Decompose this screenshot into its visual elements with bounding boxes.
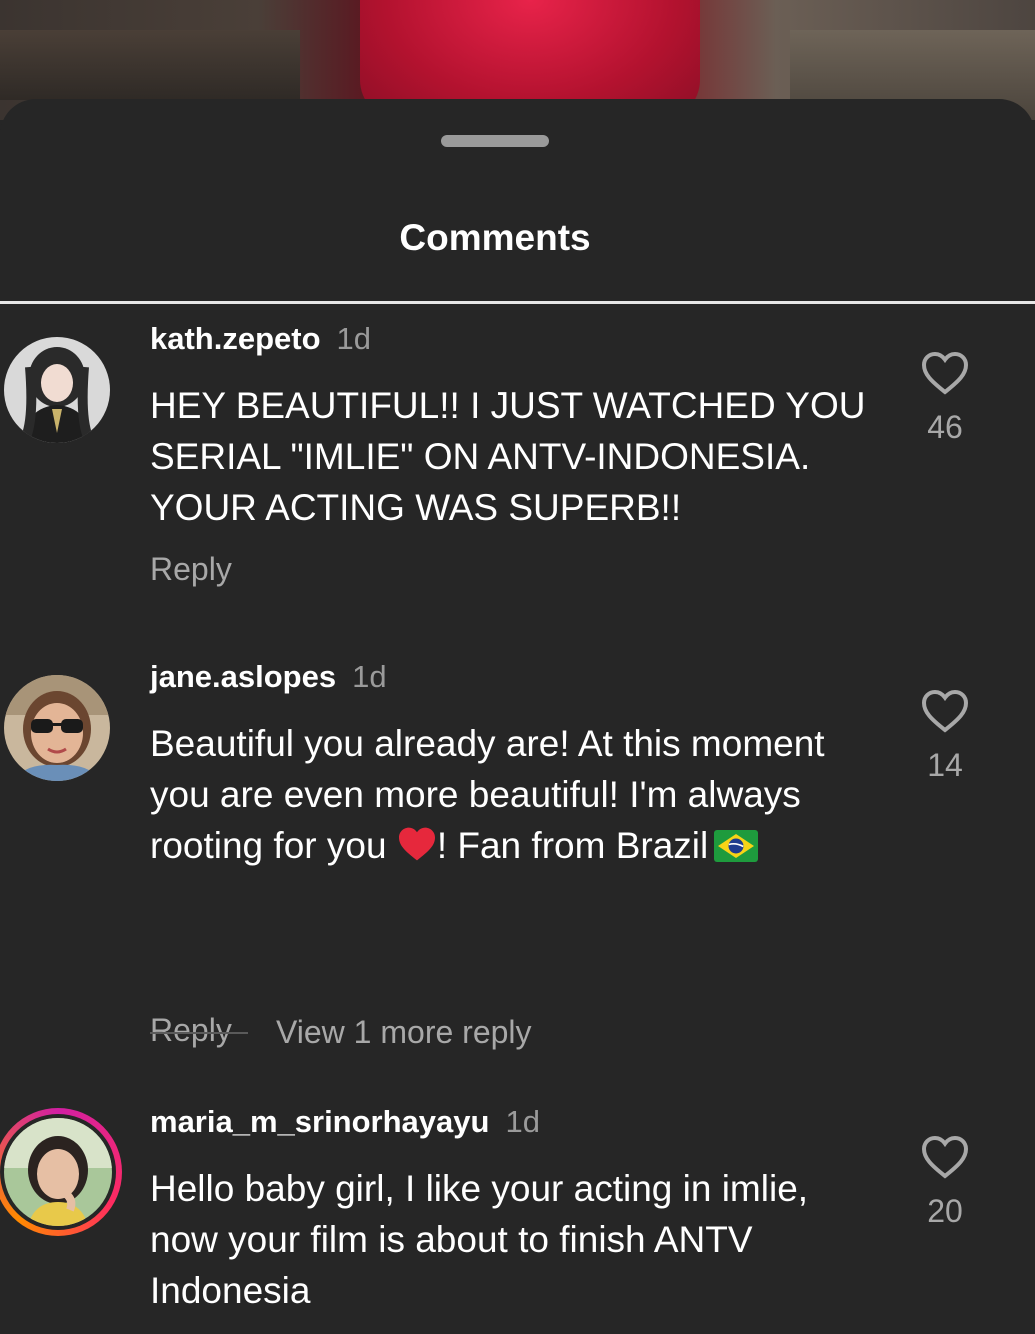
- comment-time: 1d: [352, 659, 387, 694]
- like-button[interactable]: 20: [915, 1135, 975, 1230]
- comment-text: HEY BEAUTIFUL!! I JUST WATCHED YOU SERIA…: [150, 385, 866, 528]
- comment-text-part: ! Fan from Brazil: [436, 825, 709, 866]
- like-count: 46: [927, 409, 963, 445]
- comment-time: 1d: [336, 321, 372, 356]
- comment-username[interactable]: jane.aslopes 1d: [150, 659, 387, 695]
- comment-username[interactable]: kath.zepeto 1d: [150, 321, 371, 357]
- avatar-story-ring[interactable]: [0, 1108, 122, 1236]
- sheet-grabber[interactable]: [441, 135, 549, 147]
- comment-text: Beautiful you already are! At this momen…: [150, 718, 880, 871]
- view-more-replies-button[interactable]: View 1 more reply: [150, 1014, 532, 1051]
- brazil-flag-emoji: [714, 830, 759, 862]
- comments-sheet: Comments kath.zepeto 1d HEY BEAUTIFUL!! I…: [0, 99, 1035, 1334]
- avatar[interactable]: [4, 675, 110, 781]
- comment-time: 1d: [505, 1104, 540, 1139]
- header-divider: [0, 301, 1035, 304]
- comment-username[interactable]: maria_m_srinorhayayu 1d: [150, 1104, 540, 1140]
- sheet-title: Comments: [399, 217, 591, 258]
- like-count: 20: [927, 1193, 963, 1229]
- username-text[interactable]: jane.aslopes: [150, 659, 336, 694]
- heart-outline-icon[interactable]: [921, 1135, 969, 1179]
- like-count: 14: [927, 747, 963, 783]
- reply-button[interactable]: Reply: [150, 551, 232, 588]
- video-shelf: [0, 30, 300, 100]
- heart-outline-icon[interactable]: [921, 689, 969, 733]
- view-more-label[interactable]: View 1 more reply: [276, 1014, 532, 1051]
- heart-outline-icon[interactable]: [921, 351, 969, 395]
- like-button[interactable]: 46: [915, 351, 975, 446]
- comment-text: Hello baby girl, I like your acting in i…: [150, 1168, 809, 1311]
- view-more-line: [150, 1031, 248, 1034]
- like-button[interactable]: 14: [915, 689, 975, 784]
- username-text[interactable]: kath.zepeto: [150, 321, 321, 356]
- avatar[interactable]: [4, 1118, 112, 1226]
- red-heart-emoji: [398, 827, 435, 861]
- username-text[interactable]: maria_m_srinorhayayu: [150, 1104, 489, 1139]
- avatar[interactable]: [4, 337, 110, 443]
- screen: Comments kath.zepeto 1d HEY BEAUTIFUL!! I…: [0, 0, 1035, 1334]
